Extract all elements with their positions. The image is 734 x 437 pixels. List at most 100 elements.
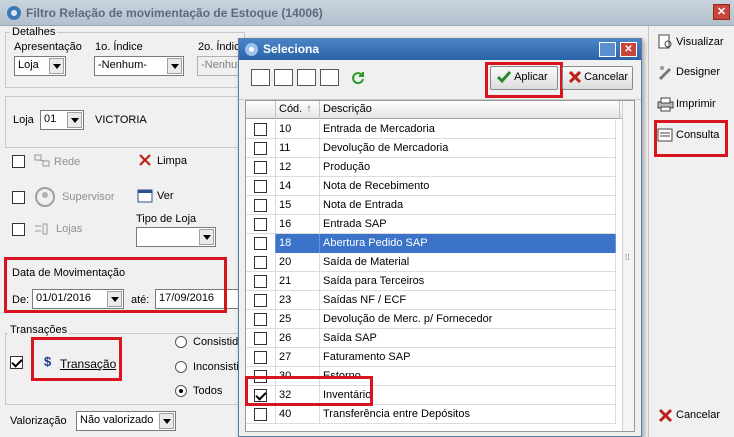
apresentacao-select[interactable]: Loja	[14, 56, 66, 76]
row-cod: 14	[276, 177, 320, 196]
todos-radio[interactable]	[175, 385, 187, 397]
cancelar-main-button[interactable]: Cancelar	[657, 407, 720, 429]
designer-button[interactable]: Designer	[657, 64, 720, 86]
aplicar-highlight-box	[485, 62, 563, 98]
row-cod: 27	[276, 348, 320, 367]
lojas-checkbox[interactable]	[12, 223, 25, 236]
table-row[interactable]: 16 Entrada SAP	[246, 215, 616, 234]
row-checkbox[interactable]	[254, 294, 267, 307]
row-checkbox[interactable]	[254, 218, 267, 231]
table-row[interactable]: 25 Devolução de Merc. p/ Fornecedor	[246, 310, 616, 329]
row-checkbox-cell	[246, 215, 276, 234]
row-checkbox-cell	[246, 405, 276, 424]
indice2-select[interactable]: -Nenhum	[197, 56, 239, 76]
row-checkbox[interactable]	[254, 275, 267, 288]
valorizacao-label: Valorização	[10, 415, 67, 427]
header-checkbox-col	[246, 101, 276, 119]
dropdown-arrow-icon[interactable]	[167, 58, 182, 74]
scroll-grip-icon[interactable]: ⁞⁞	[625, 253, 633, 267]
row-checkbox[interactable]	[254, 199, 267, 212]
consistida-radio[interactable]	[175, 336, 187, 348]
loja-value: 01	[44, 113, 57, 125]
dropdown-arrow-icon[interactable]	[199, 229, 214, 245]
loja-select[interactable]: 01	[40, 110, 84, 130]
rede-checkbox[interactable]	[12, 155, 25, 168]
dialog-close-button[interactable]: ✕	[620, 42, 637, 57]
indice1-select[interactable]: -Nenhum-	[94, 56, 184, 76]
row-descricao: Devolução de Mercadoria	[320, 139, 616, 158]
valorizacao-value: Não valorizado	[80, 414, 154, 426]
invert-selection-icon[interactable]	[274, 69, 293, 86]
row-checkbox[interactable]	[254, 313, 267, 326]
dropdown-arrow-icon[interactable]	[49, 58, 64, 74]
table-row[interactable]: 40 Transferência entre Depósitos	[246, 405, 616, 424]
tipo-loja-select[interactable]	[136, 227, 216, 247]
row-descricao: Saída para Terceiros	[320, 272, 616, 291]
row-checkbox[interactable]	[254, 256, 267, 269]
stores-icon	[35, 223, 48, 235]
header-descricao[interactable]: Descrição	[320, 101, 620, 119]
table-row[interactable]: 26 Saída SAP	[246, 329, 616, 348]
header-cod-label: Cód.	[279, 103, 303, 115]
dialog-title: Seleciona	[263, 42, 320, 56]
row-descricao: Saída de Material	[320, 253, 616, 272]
header-cod[interactable]: Cód. ↑	[276, 101, 320, 119]
supervisor-label: Supervisor	[62, 191, 115, 203]
limpa-button[interactable]: Limpa	[157, 155, 187, 167]
cancelar-dialog-label: Cancelar	[584, 71, 629, 84]
check-all-icon[interactable]	[297, 69, 316, 86]
grid-header: Cód. ↑ Descrição	[246, 101, 622, 119]
row-checkbox-cell	[246, 291, 276, 310]
row-cod: 12	[276, 158, 320, 177]
table-row[interactable]: 20 Saída de Material	[246, 253, 616, 272]
row-cod: 25	[276, 310, 320, 329]
supervisor-checkbox[interactable]	[12, 191, 25, 204]
ver-button[interactable]: Ver	[157, 190, 174, 202]
transacao-checkbox[interactable]	[10, 356, 23, 369]
view-icon[interactable]	[137, 189, 153, 203]
dropdown-arrow-icon[interactable]	[67, 112, 82, 128]
row-checkbox[interactable]	[254, 161, 267, 174]
row-checkbox-cell	[246, 139, 276, 158]
rede-label: Rede	[54, 156, 81, 168]
valorizacao-select[interactable]: Não valorizado	[76, 411, 176, 431]
select-all-icon[interactable]	[251, 69, 270, 86]
visualizar-label: Visualizar	[676, 36, 724, 48]
table-row[interactable]: 23 Saídas NF / ECF	[246, 291, 616, 310]
loja-label: Loja	[13, 114, 34, 126]
table-row[interactable]: 11 Devolução de Mercadoria	[246, 139, 616, 158]
cancelar-dialog-button[interactable]: Cancelar	[562, 66, 633, 90]
row-checkbox[interactable]	[254, 408, 267, 421]
row-checkbox[interactable]	[254, 180, 267, 193]
inconsistida-radio[interactable]	[175, 361, 187, 373]
clear-selection-icon[interactable]	[320, 69, 339, 86]
row-cod: 15	[276, 196, 320, 215]
row-checkbox-cell	[246, 329, 276, 348]
row-cod: 18	[276, 234, 320, 253]
row-checkbox[interactable]	[254, 237, 267, 250]
table-row[interactable]: 12 Produção	[246, 158, 616, 177]
refresh-icon[interactable]	[351, 71, 365, 85]
row-checkbox[interactable]	[254, 351, 267, 364]
dialog-app-icon	[245, 43, 258, 56]
row-checkbox[interactable]	[254, 332, 267, 345]
table-row[interactable]: 15 Nota de Entrada	[246, 196, 616, 215]
table-row[interactable]: 18 Abertura Pedido SAP	[246, 234, 616, 253]
dropdown-arrow-icon[interactable]	[159, 413, 174, 429]
row-checkbox[interactable]	[254, 123, 267, 136]
table-row[interactable]: 27 Faturamento SAP	[246, 348, 616, 367]
table-row[interactable]: 14 Nota de Recebimento	[246, 177, 616, 196]
clear-icon[interactable]	[138, 153, 152, 167]
row-checkbox-cell	[246, 158, 276, 177]
table-row[interactable]: 10 Entrada de Mercadoria	[246, 120, 616, 139]
maximize-icon[interactable]	[599, 42, 616, 57]
window-close-button[interactable]: ✕	[713, 4, 730, 20]
row-descricao: Devolução de Merc. p/ Fornecedor	[320, 310, 616, 329]
visualizar-button[interactable]: Visualizar	[657, 34, 724, 56]
imprimir-button[interactable]: Imprimir	[657, 96, 716, 118]
grid-scrollbar[interactable]: ⁞⁞	[622, 101, 634, 431]
row-checkbox[interactable]	[254, 142, 267, 155]
row-cod: 10	[276, 120, 320, 139]
table-row[interactable]: 21 Saída para Terceiros	[246, 272, 616, 291]
row-descricao: Saída SAP	[320, 329, 616, 348]
